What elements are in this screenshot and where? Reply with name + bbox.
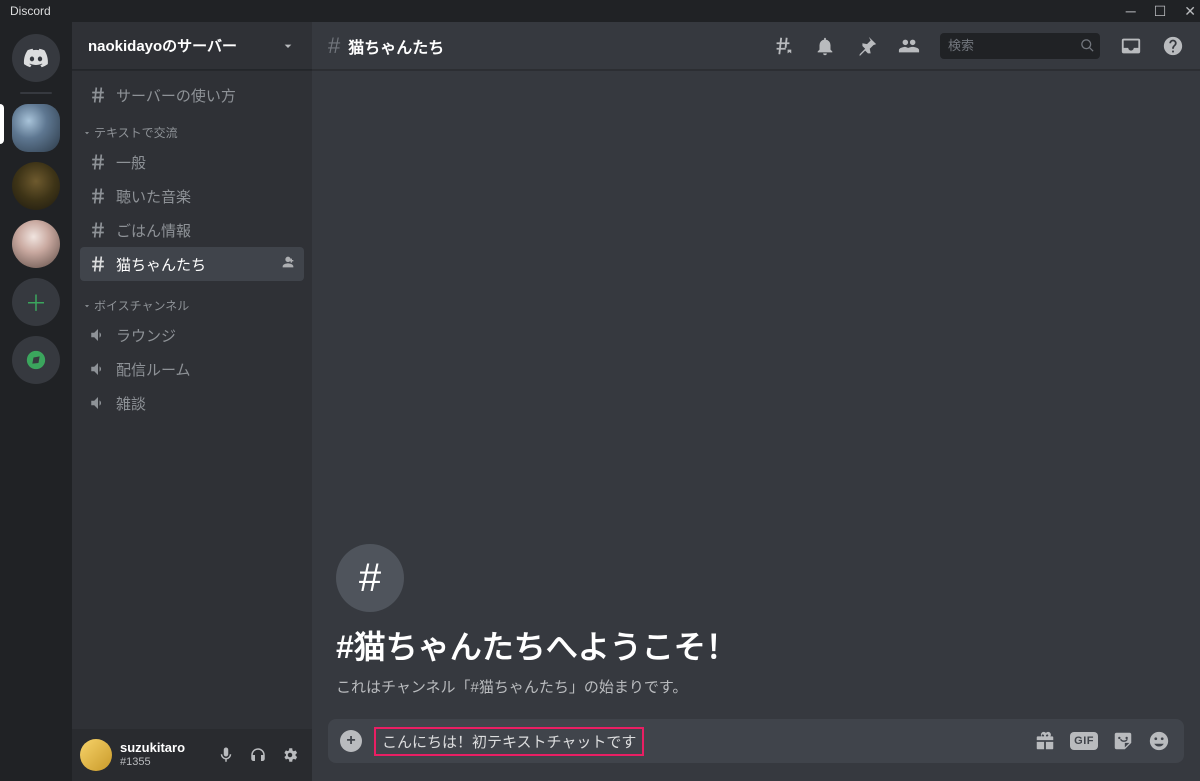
- emoji-button[interactable]: [1148, 730, 1170, 752]
- mute-button[interactable]: [212, 741, 240, 769]
- home-button[interactable]: [12, 34, 60, 82]
- channel-sidebar: naokidayoのサーバー サーバーの使い方 テキストで交流 一般 聴いた音楽: [72, 22, 312, 781]
- server-header[interactable]: naokidayoのサーバー: [72, 22, 312, 70]
- plus-icon: ＋: [25, 286, 47, 318]
- headphones-icon: [249, 746, 267, 764]
- voice-lounge[interactable]: ラウンジ: [80, 318, 304, 352]
- attach-button[interactable]: +: [340, 730, 362, 752]
- mic-icon: [217, 746, 235, 764]
- hash-icon: [88, 186, 108, 206]
- message-composer: + こんにちは！初テキストチャットです GIF: [328, 719, 1184, 763]
- server-avatar: [12, 162, 60, 210]
- add-server-button[interactable]: ＋: [12, 278, 60, 326]
- threads-icon: [772, 35, 794, 57]
- maximize-button[interactable]: ☐: [1154, 0, 1167, 22]
- invite-people-icon[interactable]: [280, 254, 296, 275]
- user-name-block[interactable]: suzukitaro #1355: [120, 741, 185, 769]
- explore-servers-button[interactable]: [12, 336, 60, 384]
- gift-icon: [1034, 730, 1056, 752]
- hash-icon: #: [328, 33, 340, 59]
- message-input[interactable]: こんにちは！初テキストチャットです: [374, 727, 644, 756]
- app-title: Discord: [10, 4, 51, 18]
- discord-logo-icon: [23, 45, 49, 71]
- channel-header: # 猫ちゃんたち: [312, 22, 1200, 70]
- hash-icon: [88, 254, 108, 274]
- user-panel: suzukitaro #1355: [72, 729, 312, 781]
- server-avatar: [12, 104, 60, 152]
- guild-separator: [20, 92, 52, 94]
- welcome-subtitle: これはチャンネル「#猫ちゃんたち」の始まりです。: [336, 676, 1184, 697]
- gear-icon: [281, 746, 299, 764]
- help-button[interactable]: [1162, 35, 1184, 57]
- username: suzukitaro: [120, 741, 185, 756]
- chevron-down-icon: [280, 38, 296, 54]
- server-item-3[interactable]: [12, 220, 60, 268]
- channel-food[interactable]: ごはん情報: [80, 213, 304, 247]
- deafen-button[interactable]: [244, 741, 272, 769]
- server-item-1[interactable]: [12, 104, 60, 152]
- bell-icon: [814, 35, 836, 57]
- channel-welcome: # #猫ちゃんたちへようこそ！ これはチャンネル「#猫ちゃんたち」の始まりです。: [328, 544, 1184, 719]
- chevron-down-icon: [82, 128, 92, 138]
- emoji-icon: [1148, 730, 1170, 752]
- search-input[interactable]: [940, 33, 1100, 59]
- chevron-down-icon: [82, 301, 92, 311]
- speaker-icon: [88, 360, 108, 378]
- notifications-button[interactable]: [814, 35, 836, 57]
- selection-pill: [0, 104, 4, 144]
- hash-icon: [88, 85, 108, 105]
- channel-title: 猫ちゃんたち: [348, 34, 444, 58]
- voice-chat[interactable]: 雑談: [80, 386, 304, 420]
- sticker-icon: [1112, 730, 1134, 752]
- members-button[interactable]: [898, 35, 920, 57]
- speaker-icon: [88, 394, 108, 412]
- server-avatar: [12, 220, 60, 268]
- channel-music[interactable]: 聴いた音楽: [80, 179, 304, 213]
- minimize-button[interactable]: ─: [1126, 0, 1136, 22]
- welcome-hash-badge: #: [336, 544, 404, 612]
- pin-icon: [856, 35, 878, 57]
- voice-stream[interactable]: 配信ルーム: [80, 352, 304, 386]
- compass-icon: [25, 349, 47, 371]
- hash-icon: #: [359, 556, 381, 601]
- members-icon: [898, 35, 920, 57]
- server-list: ＋: [0, 22, 72, 781]
- user-settings-button[interactable]: [276, 741, 304, 769]
- channel-cats[interactable]: 猫ちゃんたち: [80, 247, 304, 281]
- sticker-button[interactable]: [1112, 730, 1134, 752]
- server-name: naokidayoのサーバー: [88, 35, 237, 56]
- help-icon: [1162, 35, 1184, 57]
- category-text[interactable]: テキストで交流: [80, 112, 304, 145]
- user-tag: #1355: [120, 756, 185, 769]
- category-voice[interactable]: ボイスチャンネル: [80, 281, 304, 318]
- gif-button[interactable]: GIF: [1070, 732, 1098, 750]
- channel-list: サーバーの使い方 テキストで交流 一般 聴いた音楽 ごはん情報 猫ちゃんたち: [72, 70, 312, 729]
- inbox-icon: [1120, 35, 1142, 57]
- titlebar: Discord ─ ☐ ✕: [0, 0, 1200, 22]
- search-box[interactable]: [940, 33, 1100, 59]
- welcome-title: #猫ちゃんたちへようこそ！: [336, 622, 1184, 668]
- window-controls: ─ ☐ ✕: [1126, 0, 1196, 22]
- gift-button[interactable]: [1034, 730, 1056, 752]
- message-input-wrap[interactable]: こんにちは！初テキストチャットです: [374, 727, 644, 756]
- messages-area: # #猫ちゃんたちへようこそ！ これはチャンネル「#猫ちゃんたち」の始まりです。…: [312, 70, 1200, 781]
- speaker-icon: [88, 326, 108, 344]
- search-icon: [1080, 38, 1095, 58]
- hash-icon: [88, 152, 108, 172]
- channel-server-guide[interactable]: サーバーの使い方: [80, 78, 304, 112]
- chat-main: # 猫ちゃんたち # #猫ちゃんたちへようこそ！ これはチャンネル「#猫ち: [312, 22, 1200, 781]
- user-avatar[interactable]: [80, 739, 112, 771]
- close-button[interactable]: ✕: [1184, 0, 1196, 22]
- channel-general[interactable]: 一般: [80, 145, 304, 179]
- threads-button[interactable]: [772, 35, 794, 57]
- inbox-button[interactable]: [1120, 35, 1142, 57]
- pinned-button[interactable]: [856, 35, 878, 57]
- hash-icon: [88, 220, 108, 240]
- server-item-2[interactable]: [12, 162, 60, 210]
- plus-icon: +: [346, 732, 355, 750]
